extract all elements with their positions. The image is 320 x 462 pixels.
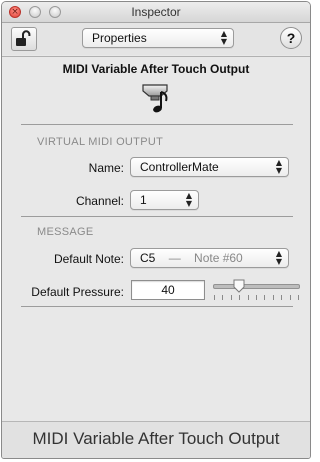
section-divider xyxy=(21,306,293,307)
pressure-slider-knob[interactable] xyxy=(233,279,245,293)
section-divider xyxy=(21,124,293,125)
section-divider xyxy=(21,216,293,217)
slider-tick xyxy=(281,295,282,300)
virtual-midi-output-section-label: VIRTUAL MIDI OUTPUT xyxy=(37,136,164,148)
footer-title: MIDI Variable After Touch Output xyxy=(32,429,280,448)
popup-arrows-icon: ▲ ▼ xyxy=(275,158,282,175)
default-pressure-field[interactable]: 40 xyxy=(131,280,205,300)
name-popup-value: ControllerMate xyxy=(140,160,219,174)
help-button[interactable]: ? xyxy=(280,27,302,49)
window-title: Inspector xyxy=(131,5,181,19)
toolbar: Properties ▲ ▼ ? xyxy=(2,23,310,55)
message-section-label: MESSAGE xyxy=(37,226,94,238)
popup-arrows-icon: ▲ ▼ xyxy=(220,29,227,46)
default-note-value: C5 xyxy=(140,251,156,265)
name-label: Name: xyxy=(88,161,124,175)
channel-label: Channel: xyxy=(75,194,124,208)
popup-arrows-icon: ▲ ▼ xyxy=(185,191,192,208)
default-note-popup[interactable]: C5 — Note #60 ▲ ▼ xyxy=(130,248,289,268)
slider-tick xyxy=(239,295,240,300)
default-note-label: Default Note: xyxy=(53,252,124,266)
lock-button[interactable] xyxy=(11,27,37,51)
slider-tick xyxy=(256,295,257,300)
slider-tick xyxy=(222,295,223,300)
channel-popup-value: 1 xyxy=(140,193,147,207)
toolbar-divider xyxy=(2,56,310,57)
pressure-slider[interactable] xyxy=(213,284,300,289)
view-popup-value: Properties xyxy=(92,31,147,45)
unlocked-padlock-icon xyxy=(16,30,31,46)
name-popup[interactable]: ControllerMate ▲ ▼ xyxy=(130,157,289,177)
slider-tick xyxy=(264,295,265,300)
footer-bar: MIDI Variable After Touch Output xyxy=(2,421,310,458)
object-heading: MIDI Variable After Touch Output xyxy=(62,62,250,76)
channel-popup[interactable]: 1 ▲ ▼ xyxy=(130,190,199,210)
popup-arrows-icon: ▲ ▼ xyxy=(275,249,282,266)
default-note-detail: Note #60 xyxy=(194,251,243,265)
slider-tick xyxy=(290,295,291,300)
slider-tick xyxy=(273,295,274,300)
title-bar[interactable]: × Inspector xyxy=(2,2,310,23)
default-note-separator: — xyxy=(168,251,181,265)
slider-tick xyxy=(214,295,215,300)
midi-note-output-icon xyxy=(142,84,168,113)
slider-tick xyxy=(231,295,232,300)
default-pressure-label: Default Pressure: xyxy=(31,285,124,299)
slider-tick xyxy=(298,295,299,300)
view-popup[interactable]: Properties ▲ ▼ xyxy=(82,28,234,48)
inspector-window: × Inspector Properties ▲ ▼ ? MIDI Variabl… xyxy=(1,1,311,459)
slider-tick xyxy=(248,295,249,300)
